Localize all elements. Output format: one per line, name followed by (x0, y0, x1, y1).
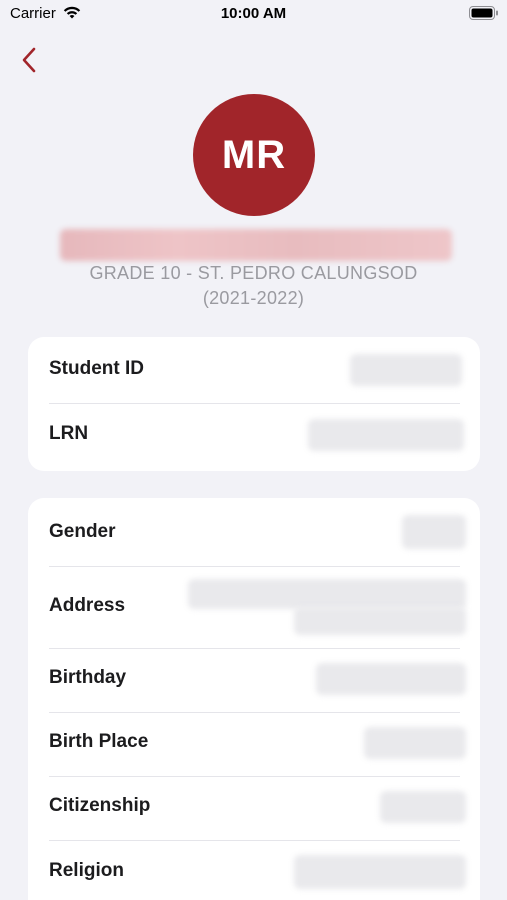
student-id-label: Student ID (49, 358, 144, 379)
birthday-value-redacted (316, 663, 466, 695)
clock: 10:00 AM (220, 5, 287, 22)
religion-row: Religion (28, 841, 480, 900)
gender-label: Gender (49, 521, 116, 542)
birthday-row: Birthday (28, 649, 480, 712)
status-bar: Carrier 10:00 AM (0, 0, 507, 30)
address-row: Address (28, 567, 480, 648)
student-id-row: Student ID (28, 337, 480, 403)
birthday-label: Birthday (49, 667, 127, 688)
birth-place-value-redacted (364, 727, 466, 759)
address-label: Address (49, 595, 126, 616)
citizenship-label: Citizenship (49, 795, 151, 816)
student-id-value-redacted (350, 354, 462, 386)
gender-value-redacted (402, 515, 466, 549)
student-name-redacted (60, 229, 452, 261)
citizenship-value-redacted (380, 791, 466, 823)
personal-info-card: Gender Address Birthday Birth Place Citi… (28, 498, 480, 900)
avatar-initials: MR (221, 132, 287, 177)
back-button[interactable] (14, 44, 44, 76)
grade-section: GRADE 10 - ST. PEDRO CALUNGSOD (89, 263, 418, 283)
avatar: MR (193, 94, 315, 216)
lrn-value-redacted (308, 419, 464, 451)
battery-icon (469, 6, 498, 20)
religion-label: Religion (49, 860, 124, 881)
religion-value-redacted (294, 855, 466, 889)
ids-card: Student ID LRN (28, 337, 480, 471)
lrn-label: LRN (49, 423, 89, 444)
address-value-redacted (188, 579, 466, 609)
chevron-left-icon (22, 47, 36, 73)
birth-place-label: Birth Place (49, 731, 149, 752)
lrn-row: LRN (28, 404, 480, 470)
address-value-redacted (294, 607, 466, 635)
birth-place-row: Birth Place (28, 713, 480, 776)
citizenship-row: Citizenship (28, 777, 480, 840)
gender-row: Gender (28, 498, 480, 566)
school-year: (2021-2022) (202, 288, 305, 308)
